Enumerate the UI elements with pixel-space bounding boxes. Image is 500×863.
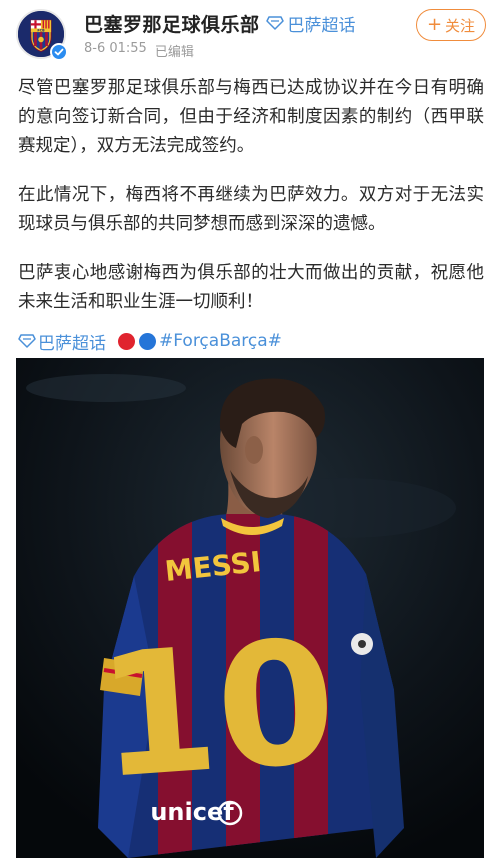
post-body: 尽管巴塞罗那足球俱乐部与梅西已达成协议并在今日有明确的意向签订新合同，但由于经济… (18, 74, 484, 337)
post-paragraph: 在此情况下，梅西将不再继续为巴萨效力。双方对于无法实现球员与俱乐部的共同梦想而感… (18, 185, 484, 234)
super-topic-link[interactable]: 巴萨超话 (18, 329, 106, 354)
post-header: FCB 巴塞罗那足球俱乐部 巴萨超话 8-6 01:55 已编辑 + 关注 (0, 0, 500, 66)
post-paragraph: 尽管巴塞罗那足球俱乐部与梅西已达成协议并在今日有明确的意向签订新合同，但由于经济… (18, 78, 484, 156)
post-time: 8-6 01:55 (84, 41, 147, 56)
verified-badge-icon (50, 43, 68, 61)
edited-label[interactable]: 已编辑 (155, 41, 194, 60)
follow-label: 关注 (445, 16, 476, 35)
post-image[interactable]: MESSI 10 unicef (16, 358, 484, 858)
svg-text:FCB: FCB (37, 29, 45, 33)
super-topic-icon (18, 334, 36, 348)
post-paragraph: 巴萨衷心地感谢梅西为俱乐部的壮大而做出的贡献，祝愿他未来生活和职业生涯一切顺利！ (18, 263, 484, 312)
plus-icon: + (426, 14, 443, 35)
post-tags: 巴萨超话 #ForçaBarça# (18, 327, 282, 355)
hashtag-link[interactable]: #ForçaBarça# (159, 331, 282, 351)
name-row: 巴塞罗那足球俱乐部 巴萨超话 (84, 10, 356, 36)
follow-button[interactable]: + 关注 (416, 9, 486, 41)
author-name[interactable]: 巴塞罗那足球俱乐部 (84, 10, 260, 37)
post-meta: 8-6 01:55 已编辑 (84, 41, 194, 60)
super-topic-label: 巴萨超话 (287, 15, 356, 36)
jersey-number: 10 (92, 603, 342, 817)
super-topic-icon (265, 16, 284, 30)
player-photo: MESSI 10 unicef (16, 358, 484, 858)
blue-circle-emoji (139, 332, 156, 350)
super-topic-badge[interactable]: 巴萨超话 (265, 11, 356, 36)
topic-link-label: 巴萨超话 (38, 333, 106, 354)
red-circle-emoji (118, 332, 135, 350)
